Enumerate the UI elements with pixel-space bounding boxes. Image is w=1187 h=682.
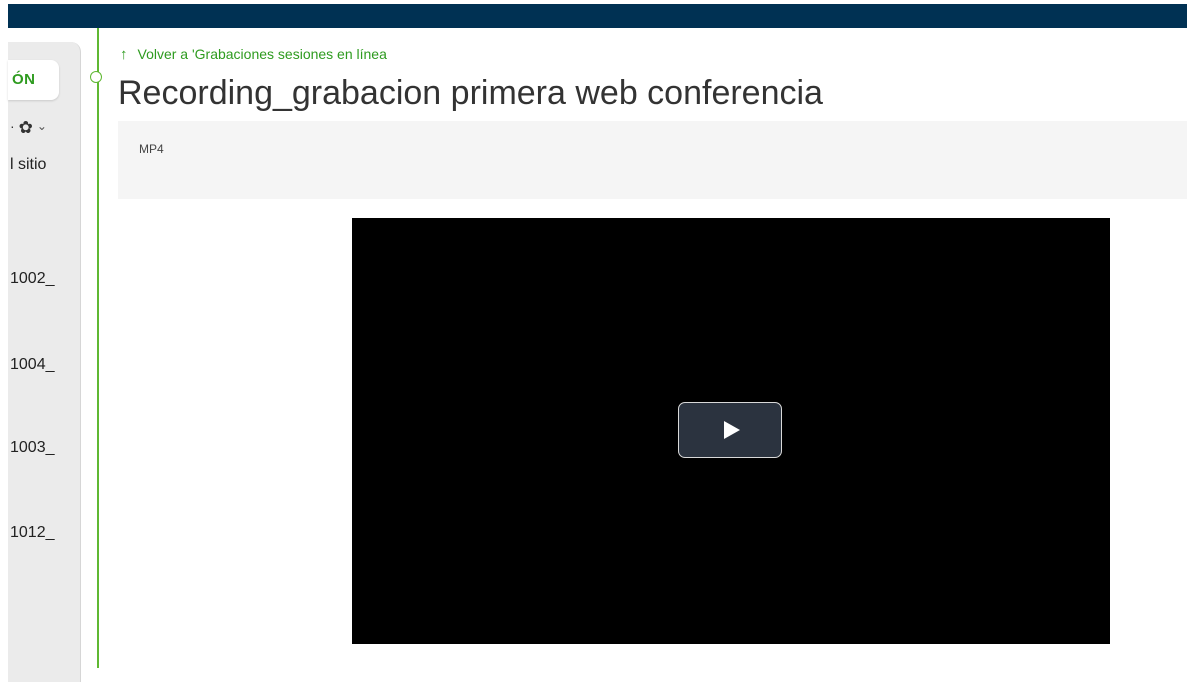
sidebar-item[interactable]: 1004_	[10, 356, 55, 374]
arrow-up-icon: ↑	[120, 46, 128, 63]
back-link[interactable]: ↑ Volver a 'Grabaciones sesiones en línea	[120, 46, 387, 63]
recording-info-box: MP4	[118, 121, 1187, 199]
sidebar-item[interactable]: 1012_	[10, 524, 55, 542]
play-icon	[724, 421, 740, 439]
page-title: Recording_grabacion primera web conferen…	[118, 74, 823, 112]
top-navbar-bar	[8, 4, 1187, 28]
play-button[interactable]	[678, 402, 782, 458]
course-index-sidebar: ÓN · ✿ ⌄ l sitio 1002_ 1004_ 1003_ 1012_	[8, 42, 81, 682]
sidebar-tools-prefix: ·	[10, 118, 15, 134]
sidebar-active-button[interactable]: ÓN	[8, 60, 59, 100]
top-navbar	[0, 0, 1187, 28]
video-player[interactable]	[352, 218, 1110, 644]
sidebar-site-link[interactable]: l sitio	[10, 156, 46, 174]
timeline-node	[90, 71, 102, 83]
back-link-label: Volver a 'Grabaciones sesiones en línea	[137, 46, 387, 62]
sidebar-item[interactable]: 1002_	[10, 270, 55, 288]
sidebar-item[interactable]: 1003_	[10, 439, 55, 457]
chevron-down-icon[interactable]: ⌄	[37, 119, 47, 133]
gear-icon[interactable]: ✿	[19, 118, 33, 138]
timeline-line	[97, 28, 99, 668]
format-label: MP4	[139, 142, 164, 156]
sidebar-tools[interactable]: · ✿ ⌄	[10, 118, 47, 138]
